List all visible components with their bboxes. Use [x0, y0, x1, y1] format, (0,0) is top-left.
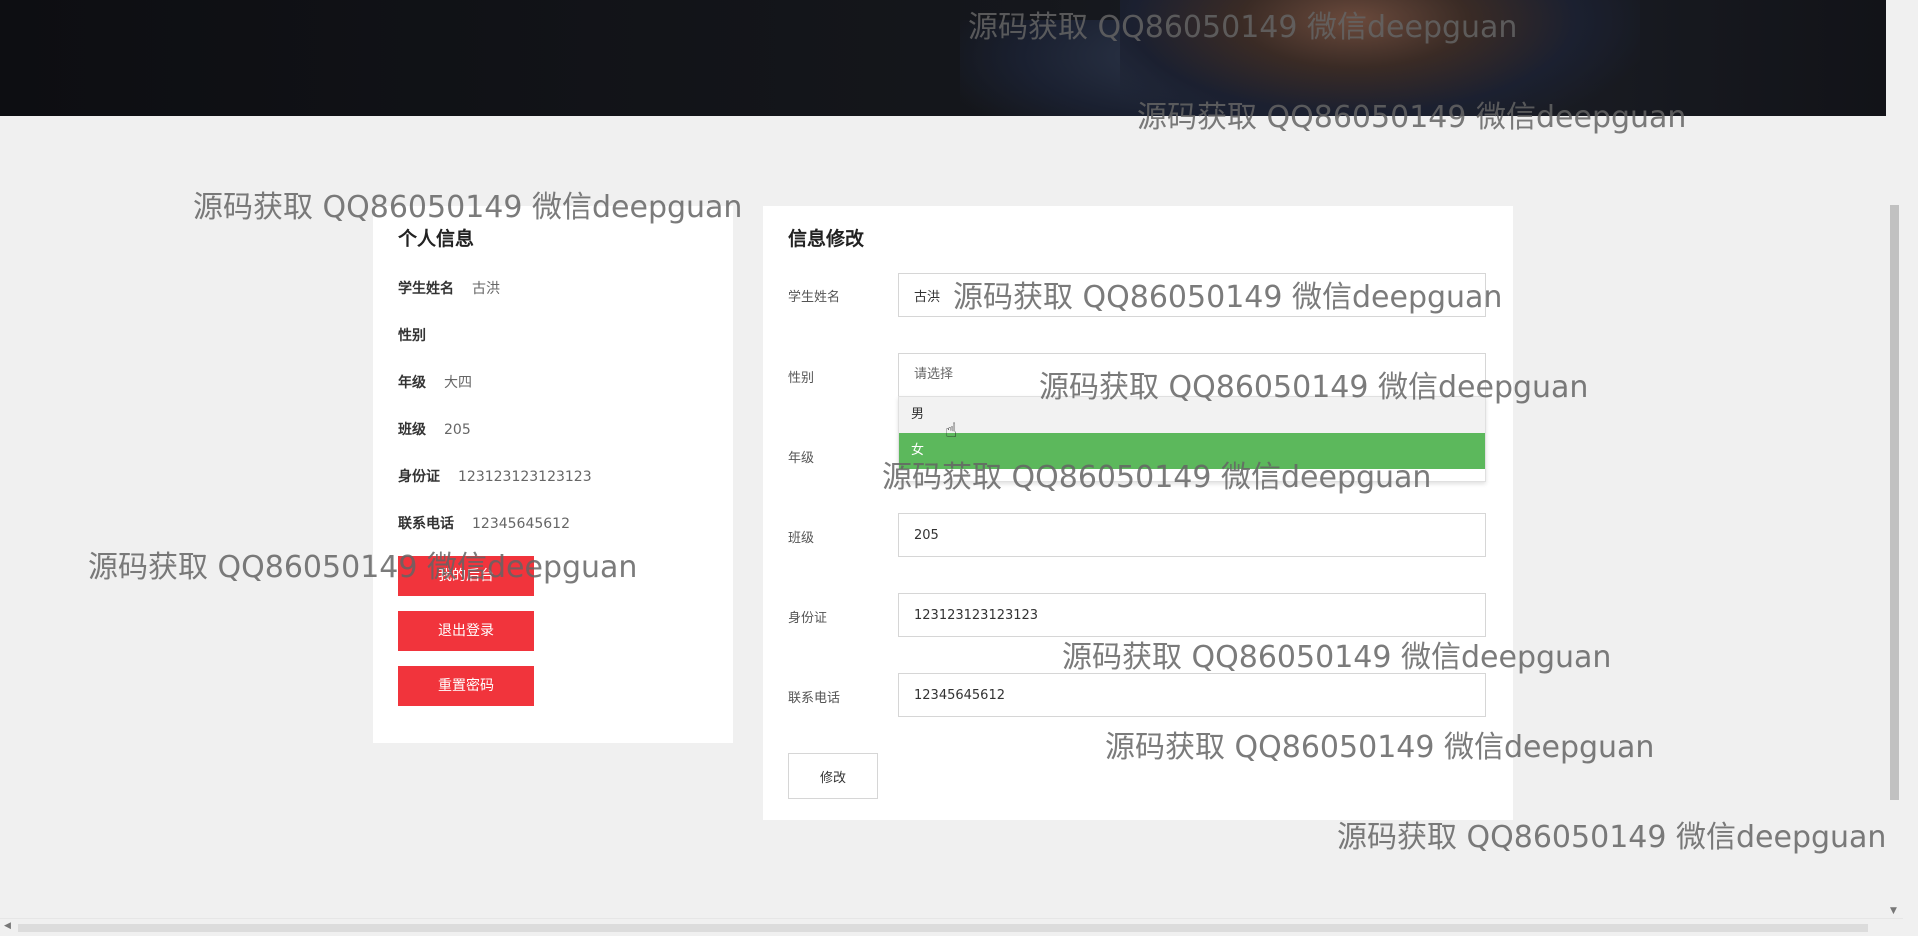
gender-select[interactable]: 请选择 — [898, 353, 1486, 397]
scroll-left-arrow-icon[interactable]: ◀ — [4, 921, 11, 931]
info-row-gender: 性别 — [398, 325, 444, 345]
banner-figure-face — [1120, 0, 1640, 116]
name-input[interactable] — [898, 273, 1486, 317]
hand-pointer-cursor-icon: ☝ — [945, 418, 958, 442]
edit-info-title: 信息修改 — [788, 228, 865, 250]
phone-label: 联系电话 — [788, 691, 841, 706]
name-label: 学生姓名 — [788, 290, 841, 305]
submit-button[interactable]: 修改 — [788, 753, 878, 799]
info-row-phone: 联系电话 12345645612 — [398, 513, 570, 533]
info-row-id-card: 身份证 123123123123123 — [398, 466, 592, 486]
edit-info-card: 信息修改 学生姓名 性别 请选择 男 女 年级 班级 身份证 联系电话 修改 — [763, 206, 1513, 820]
grade-label: 年级 — [788, 451, 815, 466]
my-backend-button[interactable]: 我的后台 — [398, 556, 534, 596]
vertical-scrollbar[interactable]: ▼ — [1886, 0, 1903, 918]
reset-password-button[interactable]: 重置密码 — [398, 666, 534, 706]
id-card-label: 身份证 — [788, 611, 828, 626]
info-value: 大四 — [444, 375, 472, 391]
info-row-grade: 年级 大四 — [398, 372, 472, 392]
horizontal-scrollbar[interactable]: ◀ — [0, 918, 1903, 936]
gender-option-female[interactable]: 女 — [899, 433, 1485, 469]
horizontal-scrollbar-thumb[interactable] — [18, 924, 1868, 932]
logout-button[interactable]: 退出登录 — [398, 611, 534, 651]
info-row-class: 班级 205 — [398, 419, 471, 439]
scroll-down-arrow-icon[interactable]: ▼ — [1890, 906, 1897, 916]
page: 个人信息 学生姓名 古洪 性别 年级 大四 班级 205 身份证 12312312312… — [0, 0, 1918, 936]
info-label: 班级 — [398, 422, 426, 438]
personal-info-card: 个人信息 学生姓名 古洪 性别 年级 大四 班级 205 身份证 12312312312… — [373, 206, 733, 743]
id-card-input[interactable] — [898, 593, 1486, 637]
info-label: 年级 — [398, 375, 426, 391]
header-banner-image — [0, 0, 1886, 116]
info-value: 古洪 — [472, 281, 500, 297]
info-row-name: 学生姓名 古洪 — [398, 278, 500, 298]
phone-input[interactable] — [898, 673, 1486, 717]
info-label: 学生姓名 — [398, 281, 454, 297]
info-label: 性别 — [398, 328, 426, 344]
class-label: 班级 — [788, 531, 815, 546]
gender-dropdown: 男 女 — [898, 396, 1486, 482]
info-value: 123123123123123 — [458, 469, 592, 485]
info-label: 联系电话 — [398, 516, 454, 532]
gender-option-male[interactable]: 男 — [899, 397, 1485, 433]
personal-info-title: 个人信息 — [398, 228, 475, 250]
class-input[interactable] — [898, 513, 1486, 557]
info-value: 205 — [444, 422, 471, 438]
gender-label: 性别 — [788, 371, 815, 386]
info-value: 12345645612 — [472, 516, 570, 532]
info-label: 身份证 — [398, 469, 440, 485]
vertical-scrollbar-thumb[interactable] — [1890, 205, 1899, 800]
